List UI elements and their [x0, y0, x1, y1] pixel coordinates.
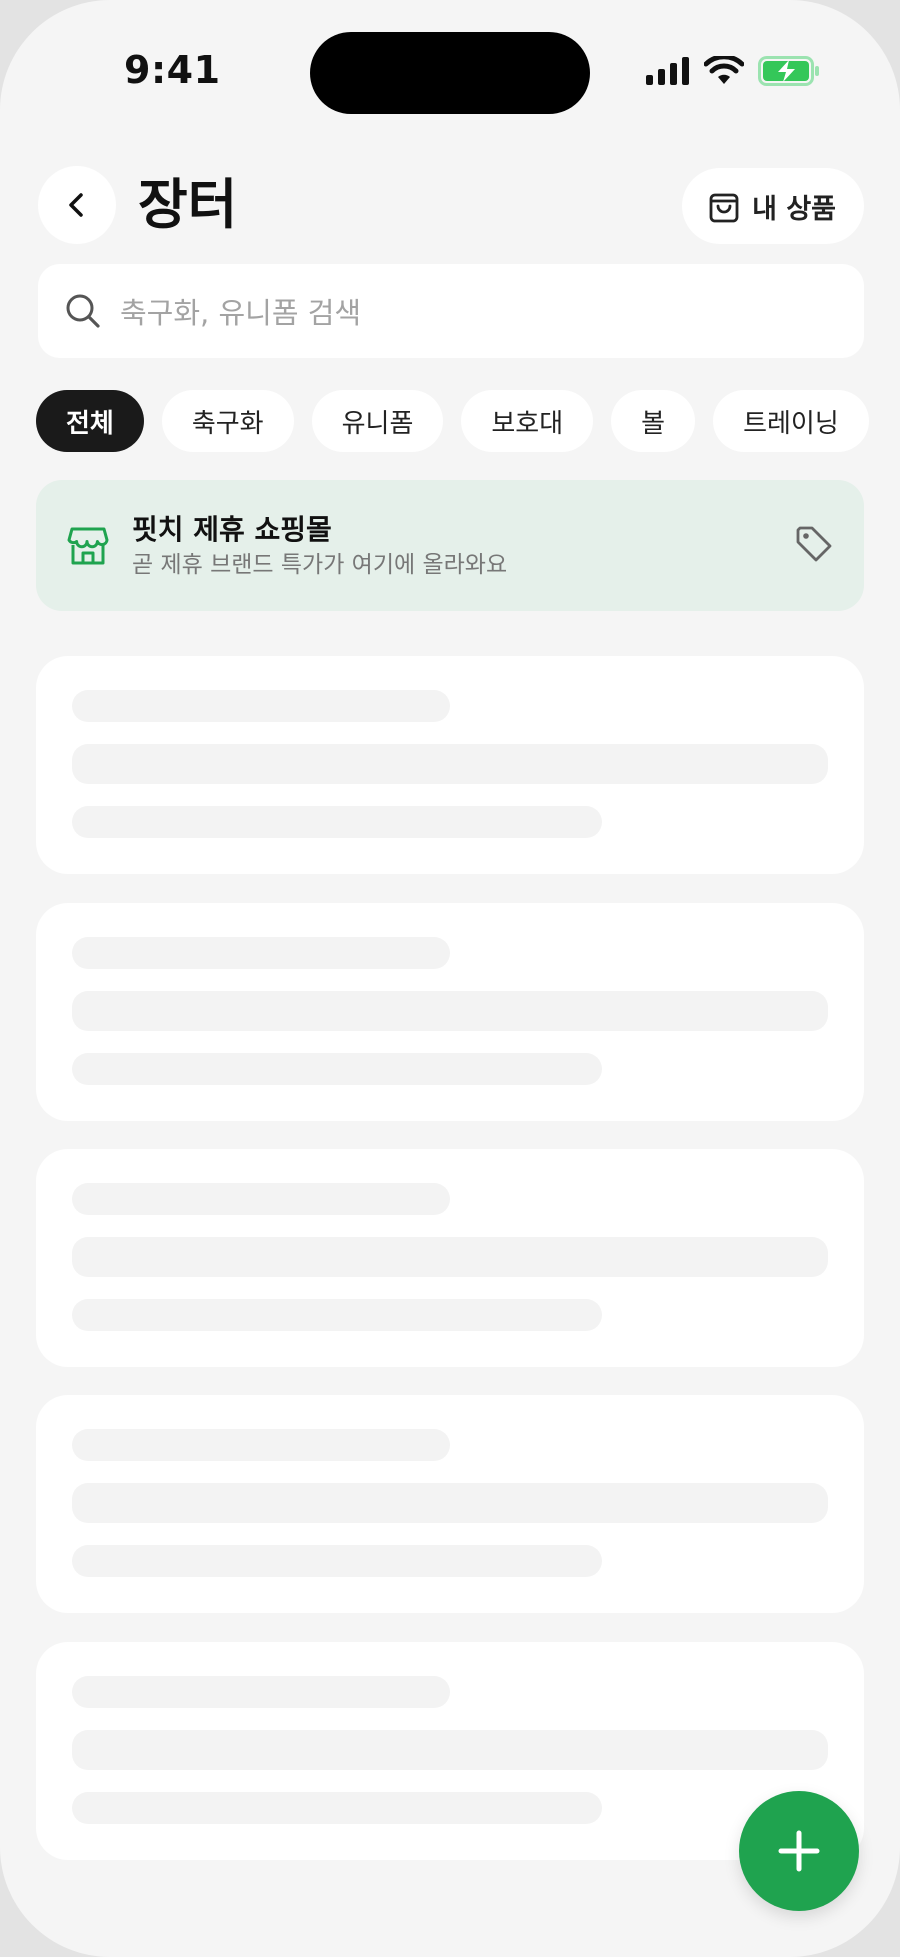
dynamic-island [310, 32, 590, 114]
chip-training[interactable]: 트레이닝 [713, 390, 869, 452]
skeleton-line [72, 1237, 828, 1277]
cellular-signal-icon [646, 57, 689, 85]
search-placeholder: 축구화, 유니폼 검색 [120, 296, 362, 330]
skeleton-line [72, 1545, 602, 1577]
my-products-button[interactable]: 내 상품 [682, 168, 864, 244]
skeleton-line [72, 1676, 450, 1708]
skeleton-line [72, 1483, 828, 1523]
skeleton-card [36, 1395, 864, 1613]
page-title: 장터 [138, 173, 238, 236]
skeleton-line [72, 1183, 450, 1215]
skeleton-card [36, 1642, 864, 1860]
search-input[interactable]: 축구화, 유니폼 검색 [38, 264, 864, 358]
skeleton-line [72, 744, 828, 784]
skeleton-line [72, 1299, 602, 1331]
chip-uniform[interactable]: 유니폼 [311, 390, 444, 452]
battery-charging-icon [758, 56, 819, 86]
chip-all[interactable]: 전체 [36, 390, 144, 452]
wifi-icon [704, 56, 744, 84]
status-icons [646, 56, 820, 86]
skeleton-card [36, 1149, 864, 1367]
add-product-button[interactable] [739, 1791, 859, 1911]
chevron-left-icon [69, 193, 83, 217]
skeleton-line [72, 1053, 602, 1085]
chip-ball[interactable]: 볼 [611, 390, 696, 452]
promo-subtitle: 곧 제휴 브랜드 특가가 여기에 올라와요 [132, 551, 508, 578]
category-chips: 전체 축구화 유니폼 보호대 볼 트레이닝 [36, 390, 869, 452]
skeleton-line [72, 991, 828, 1031]
back-button[interactable] [38, 166, 116, 244]
my-products-label: 내 상품 [752, 193, 836, 225]
skeleton-card [36, 656, 864, 874]
status-time: 9:41 [124, 48, 221, 92]
shopping-bag-icon [709, 193, 739, 223]
skeleton-line [72, 1792, 602, 1824]
skeleton-card [36, 903, 864, 1121]
partner-mall-banner[interactable]: 핏치 제휴 쇼핑몰 곧 제휴 브랜드 특가가 여기에 올라와요 [36, 480, 864, 611]
skeleton-line [72, 937, 450, 969]
store-icon [67, 527, 109, 564]
phone-screen: 9:41 장터 내 상품 축구화, 유니폼 검색 전체 축구화 유니폼 보호대 … [0, 0, 900, 1957]
skeleton-line [72, 1429, 450, 1461]
skeleton-line [72, 806, 602, 838]
search-icon [66, 294, 100, 328]
chip-protector[interactable]: 보호대 [461, 390, 594, 452]
skeleton-line [72, 690, 450, 722]
skeleton-line [72, 1730, 828, 1770]
tag-icon [796, 526, 832, 562]
chip-football-boots[interactable]: 축구화 [161, 390, 294, 452]
plus-icon [778, 1830, 820, 1872]
promo-title: 핏치 제휴 쇼핑몰 [132, 512, 332, 546]
